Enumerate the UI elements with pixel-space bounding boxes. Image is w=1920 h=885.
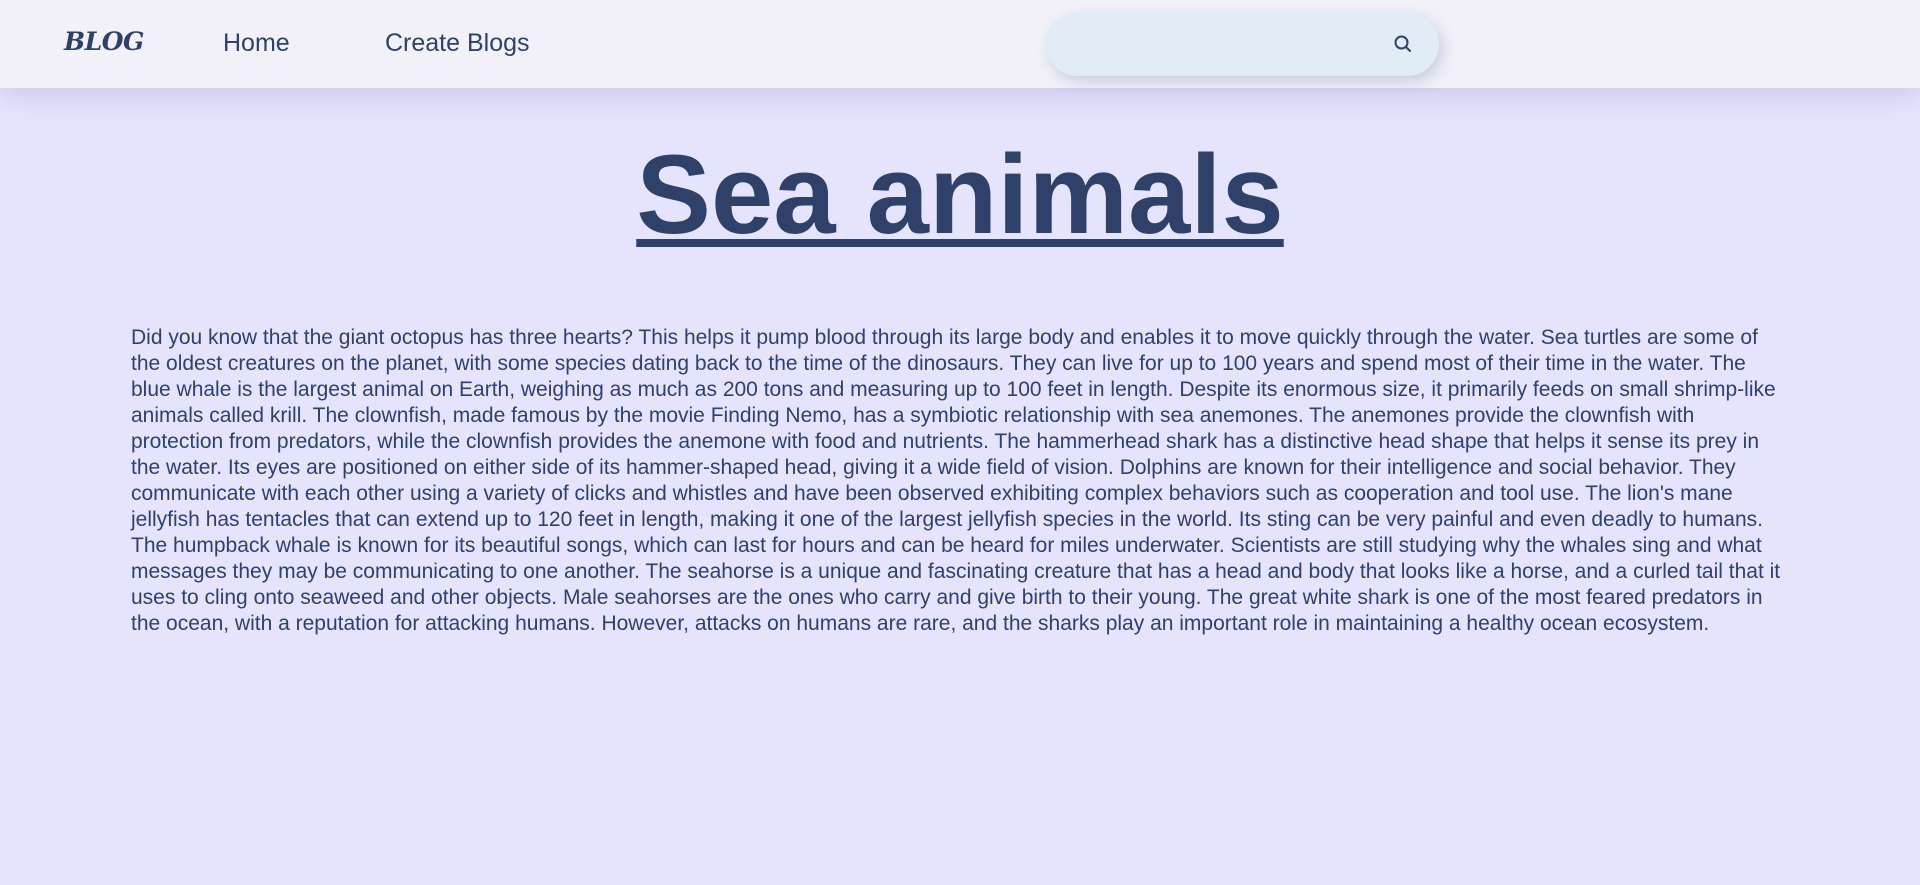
blog-logo[interactable]: BLOG bbox=[64, 24, 144, 60]
nav-link-create-blogs[interactable]: Create Blogs bbox=[385, 26, 530, 60]
search-bar bbox=[1046, 12, 1439, 76]
post-body: Did you know that the giant octopus has … bbox=[131, 326, 1781, 635]
post-title-text: Sea animals bbox=[636, 132, 1284, 257]
nav-link-home[interactable]: Home bbox=[223, 26, 290, 60]
search-icon[interactable] bbox=[1391, 32, 1415, 56]
post-title: Sea animals bbox=[0, 131, 1920, 259]
search-input[interactable] bbox=[1070, 24, 1374, 66]
top-navbar: BLOG Home Create Blogs bbox=[0, 0, 1920, 88]
